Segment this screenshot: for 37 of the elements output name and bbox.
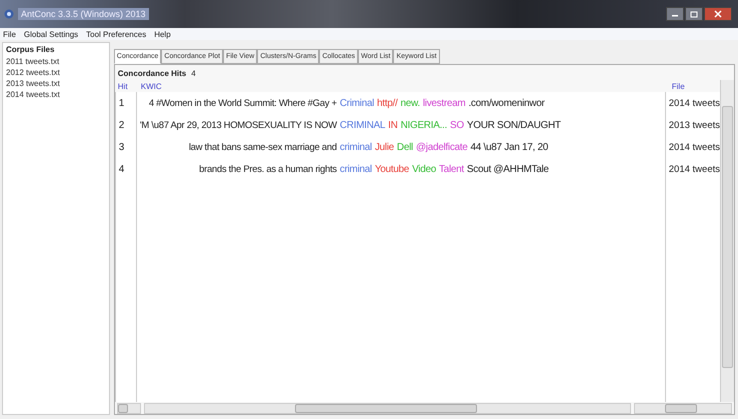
horizontal-scrollbar[interactable] (144, 402, 631, 414)
minimize-button[interactable] (666, 7, 684, 21)
menu-item[interactable]: File (3, 30, 16, 38)
app-icon (4, 9, 14, 19)
corpus-file-item[interactable]: 2013 tweets.txt (3, 78, 109, 89)
column-header[interactable]: Hit (114, 82, 138, 90)
column-header[interactable]: File (668, 82, 720, 90)
kwic-line: 4 #Women in the World Summit: Where #Gay + Criminal http// new. livestream .com/womeninwor (148, 96, 546, 110)
corpus-file-item[interactable]: 2011 tweets.txt (3, 56, 109, 67)
kwic-line: 'M \u87 Apr 29, 2013 HOMOSEXUALITY IS NOW CRIMINAL IN NIGERIA... SO YOUR SON/DAUGHT (138, 118, 562, 132)
panel-title: Corpus Files (5, 44, 56, 56)
corpus-file-item[interactable]: 2012 tweets.txt (3, 67, 109, 78)
close-icon (714, 10, 722, 18)
hit-number: 3 (118, 140, 126, 154)
corpus-file-item[interactable]: 2014 tweets.txt (3, 89, 109, 100)
kwic-line: law that bans same-sex marriage and criminal Julie Dell @jadelficate 44 \u87 Jan 17, 20 (188, 140, 549, 154)
menu-item[interactable]: Global Settings (24, 30, 78, 38)
horizontal-scrollbar[interactable] (116, 402, 141, 414)
window-title: AntConc 3.3.5 (Windows) 2013 (18, 8, 149, 20)
vertical-scrollbar[interactable] (720, 80, 734, 402)
file-cell-text: 2014 tweets (668, 140, 720, 154)
maximize-icon (690, 10, 698, 18)
maximize-button[interactable] (685, 7, 703, 21)
menu-item[interactable]: Tool Preferences (86, 30, 146, 38)
hit-number: 4 (118, 162, 126, 176)
column-header[interactable]: KWIC (138, 82, 669, 90)
hits-count: 4 (191, 69, 196, 78)
close-button[interactable] (704, 7, 732, 21)
kwic-line: brands the Pres. as a human rights criminal Youtube Video Talent Scout @AHHMTale (198, 162, 550, 176)
file-cell-text: 2014 tweets (668, 96, 720, 110)
hit-number: 2 (118, 118, 126, 132)
file-cell-text: 2013 tweets (668, 118, 720, 132)
horizontal-scrollbar[interactable] (634, 402, 732, 414)
hits-label: Concordance Hits (118, 69, 186, 78)
menu-item[interactable]: Help (154, 30, 171, 38)
file-cell-text: 2014 tweets (668, 162, 720, 176)
hit-number: 1 (118, 96, 126, 110)
